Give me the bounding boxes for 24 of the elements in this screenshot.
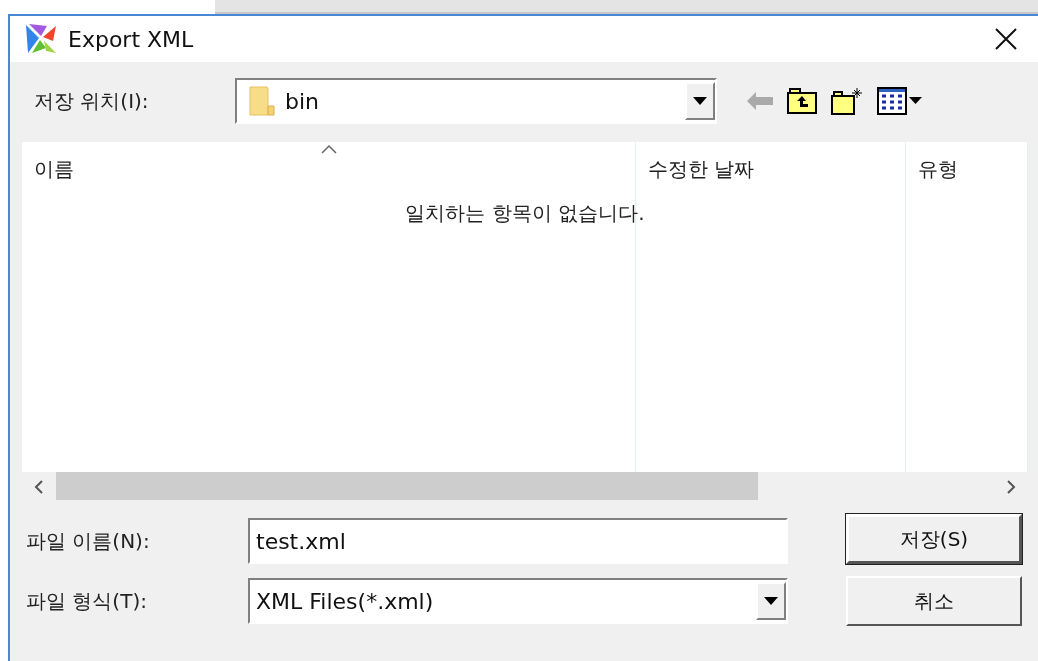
dropdown-button[interactable]	[685, 82, 715, 120]
chevron-left-icon	[34, 480, 44, 494]
chevron-right-icon	[1006, 480, 1016, 494]
dialog-button[interactable]: 취소	[846, 576, 1022, 626]
view-menu-button[interactable]	[877, 87, 923, 115]
caret-icon	[764, 597, 778, 605]
sort-up-icon	[320, 144, 337, 154]
app-logo-icon	[24, 23, 58, 55]
new-folder-button[interactable]	[831, 87, 863, 115]
caret-icon	[693, 97, 707, 105]
dialog-button[interactable]: 저장(S)	[846, 514, 1022, 564]
scrollbar-thumb[interactable]	[56, 472, 758, 500]
empty-message: 일치하는 항목이 없습니다.	[404, 200, 646, 227]
folder-icon	[249, 86, 275, 116]
file-type-label: 파일 형식(T):	[25, 587, 148, 615]
location-label: 저장 위치(I):	[33, 87, 150, 115]
close-icon	[995, 28, 1017, 50]
dropdown-button[interactable]	[756, 582, 786, 620]
up-folder-button[interactable]	[787, 88, 817, 114]
file-name-label: 파일 이름(N):	[25, 527, 151, 555]
file-type-combo[interactable]: XML Files(*.xml)	[248, 578, 788, 624]
window-title: Export XML	[68, 26, 195, 52]
location-combo[interactable]: bin	[235, 78, 717, 124]
file-name-field[interactable]: test.xml	[248, 518, 788, 564]
